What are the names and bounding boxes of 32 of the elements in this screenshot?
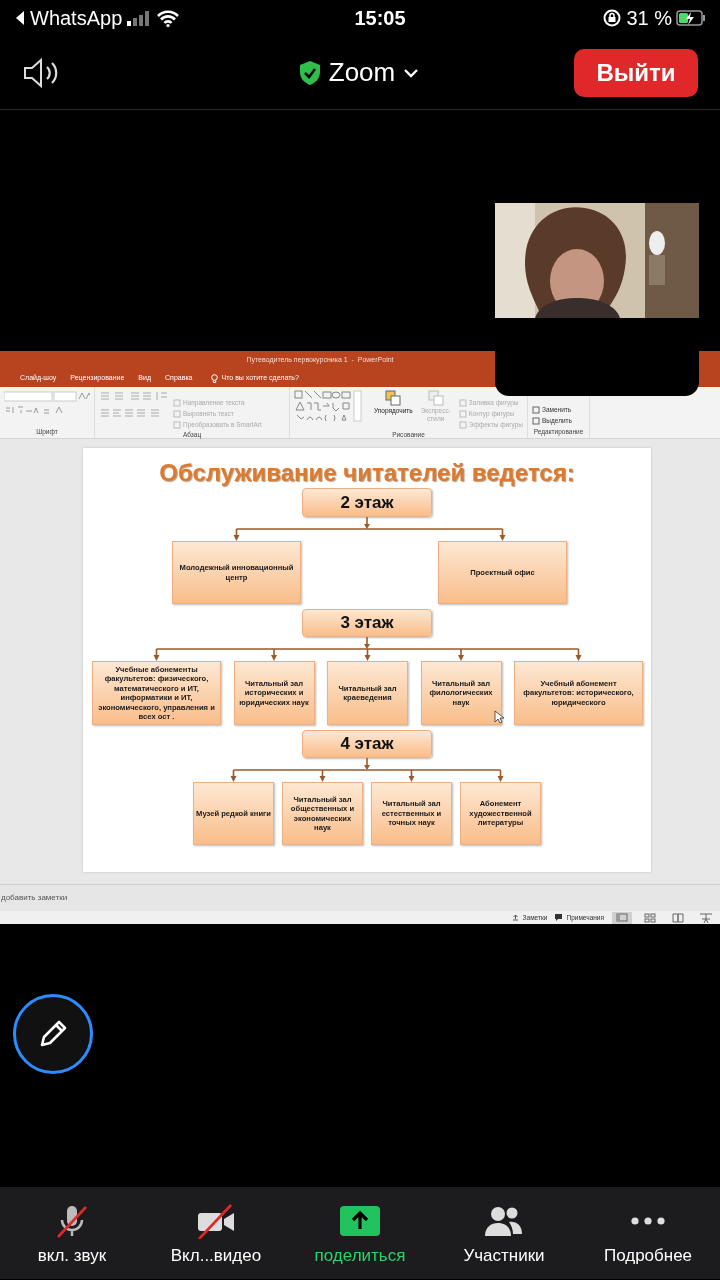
shapes-stack-icon <box>427 390 444 406</box>
comment-icon <box>555 914 563 921</box>
clock-time: 15:05 <box>353 6 407 31</box>
toolbar-button[interactable]: Подробнее <box>576 1187 720 1279</box>
floor-heading: 3 этаж <box>302 609 432 637</box>
view-button[interactable] <box>612 911 632 924</box>
meeting-title-button[interactable]: Zoom <box>298 53 420 92</box>
floor-heading: 2 этаж <box>302 488 432 517</box>
slide-title: Обслуживание читателей ведется: <box>159 458 575 488</box>
wifi-icon <box>156 9 181 27</box>
leave-button[interactable]: Выйти <box>574 48 698 97</box>
toolbar-button[interactable]: Участники <box>432 1187 576 1279</box>
shapes-stack-icon <box>385 390 402 406</box>
mouse-cursor-icon <box>494 710 504 724</box>
toolbar-button[interactable]: Вкл...видео <box>144 1187 288 1279</box>
notes-icon <box>511 914 519 921</box>
rotation-lock-icon <box>602 8 623 28</box>
app-name[interactable]: WhatsApp <box>30 3 123 33</box>
toolbar-button[interactable]: вкл. звук <box>0 1187 144 1279</box>
share-screen-icon <box>339 1203 381 1239</box>
battery-percent: 31 % <box>626 6 672 31</box>
more-icon <box>631 1217 665 1225</box>
chevron-down-icon <box>403 67 420 78</box>
back-arrow-icon[interactable] <box>14 10 26 26</box>
toolbar-button[interactable]: поделиться <box>288 1187 432 1279</box>
floor-heading: 4 этаж <box>302 730 432 758</box>
shield-check-icon <box>298 59 321 86</box>
lightbulb-icon <box>210 373 218 383</box>
battery-icon <box>676 10 706 26</box>
video-muted-icon <box>195 1203 237 1239</box>
notes-placeholder[interactable]: добавить заметки <box>1 892 68 904</box>
paragraph-formatting-drawing <box>99 390 169 420</box>
